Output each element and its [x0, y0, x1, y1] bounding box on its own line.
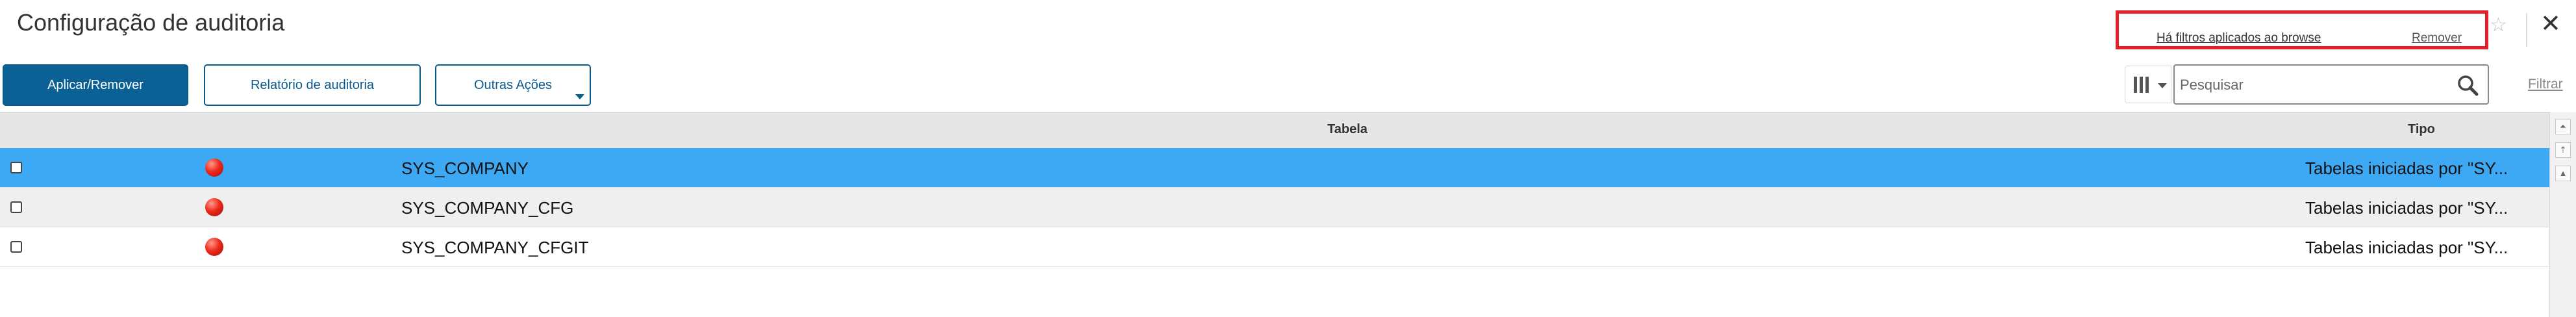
filter-link[interactable]: Filtrar [2528, 77, 2563, 92]
filter-notice-box: Há filtros aplicados ao browse Remover [2116, 10, 2488, 49]
column-header-tabela[interactable]: Tabela [1327, 122, 1368, 137]
star-icon[interactable]: ☆ [2490, 16, 2507, 35]
filter-notice-text[interactable]: Há filtros aplicados ao browse [2157, 31, 2321, 45]
table-name-cell: SYS_COMPANY_CFGIT [401, 238, 589, 257]
search-input[interactable] [2179, 71, 2441, 99]
chevron-down-icon [575, 94, 584, 99]
status-dot-icon [205, 158, 223, 177]
chevron-down-icon [2158, 83, 2167, 88]
status-dot-icon [205, 238, 223, 256]
scroll-top-icon[interactable]: ⏶ [2555, 119, 2571, 134]
row-checkbox[interactable] [10, 201, 22, 213]
table-type-cell: Tabelas iniciadas por "SY... [2305, 158, 2508, 178]
columns-icon [2134, 77, 2149, 93]
remove-filter-link[interactable]: Remover [2412, 31, 2462, 45]
scroll-page-up-icon[interactable]: ⇡ [2555, 142, 2571, 158]
audit-report-button[interactable]: Relatório de auditoria [204, 64, 421, 106]
page-title: Configuração de auditoria [17, 9, 285, 36]
table-header: Tabela Tipo [0, 112, 2549, 149]
table-name-cell: SYS_COMPANY [401, 158, 529, 178]
apply-remove-button[interactable]: Aplicar/Remover [3, 64, 188, 106]
scroll-up-icon[interactable]: ▲ [2555, 166, 2571, 181]
header-separator [2526, 13, 2527, 47]
other-actions-label: Outras Ações [473, 77, 553, 92]
table-type-cell: Tabelas iniciadas por "SY... [2305, 238, 2508, 257]
search-box [2173, 64, 2489, 105]
table-row[interactable]: SYS_COMPANY_CFG Tabelas iniciadas por "S… [0, 188, 2549, 227]
close-icon[interactable]: ✕ [2540, 12, 2561, 36]
table-row[interactable]: SYS_COMPANY_CFGIT Tabelas iniciadas por … [0, 227, 2549, 267]
search-icon[interactable] [2457, 74, 2479, 96]
table-row[interactable]: SYS_COMPANY Tabelas iniciadas por "SY... [0, 148, 2549, 188]
table-type-cell: Tabelas iniciadas por "SY... [2305, 198, 2508, 218]
status-dot-icon [205, 198, 223, 216]
column-header-tipo[interactable]: Tipo [2408, 122, 2435, 137]
table-name-cell: SYS_COMPANY_CFG [401, 198, 574, 218]
row-checkbox[interactable] [10, 241, 22, 253]
row-checkbox[interactable] [10, 162, 22, 173]
other-actions-button[interactable]: Outras Ações [435, 64, 591, 106]
vertical-scrollbar[interactable]: ⏶ ⇡ ▲ [2549, 112, 2576, 317]
columns-button[interactable] [2125, 66, 2171, 103]
